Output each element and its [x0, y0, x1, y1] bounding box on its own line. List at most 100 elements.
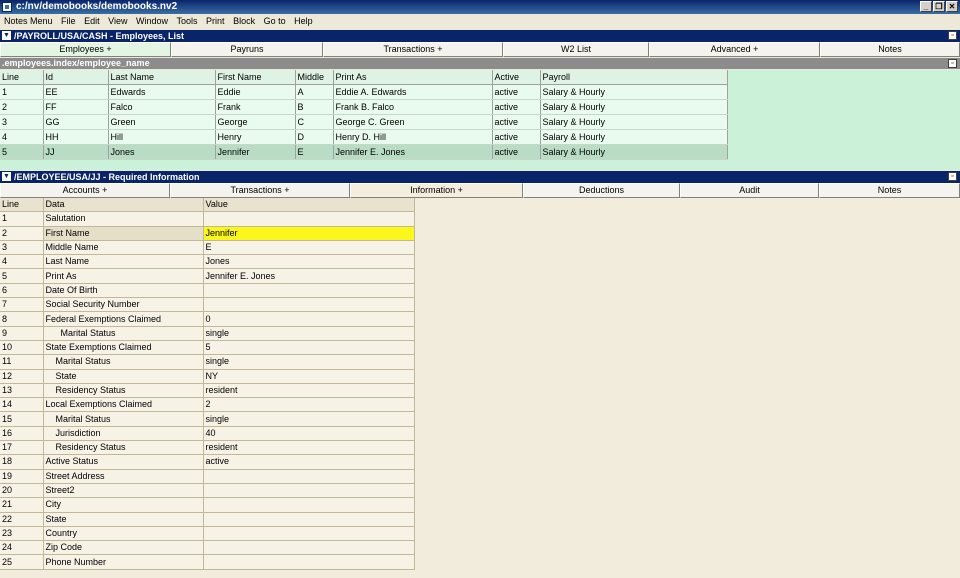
table-row[interactable]: 6 Date Of Birth	[0, 283, 415, 299]
close-icon[interactable]: ✕	[946, 1, 958, 12]
tab-notes[interactable]: Notes	[819, 183, 960, 198]
cell-line[interactable]: 22	[0, 512, 44, 527]
cell-payroll[interactable]: Salary & Hourly	[540, 99, 728, 115]
cell-data[interactable]: State Exemptions Claimed	[43, 340, 204, 356]
tab-accounts[interactable]: Accounts +	[0, 183, 170, 198]
cell-middle[interactable]: A	[295, 84, 334, 100]
table-row[interactable]: 2 FF Falco Frank B Frank B. Falco active…	[0, 99, 728, 115]
cell-first-name[interactable]: George	[215, 114, 296, 130]
cell-data[interactable]: State	[43, 369, 204, 384]
cell-first-name[interactable]: Henry	[215, 129, 296, 145]
cell-value[interactable]	[203, 211, 415, 227]
restore-icon[interactable]: ❐	[933, 1, 945, 12]
col-header-line[interactable]: Line	[0, 198, 44, 213]
cell-value[interactable]: 2	[203, 397, 415, 413]
col-header-middle[interactable]: Middle	[295, 70, 334, 85]
table-row[interactable]: 19 Street Address	[0, 469, 415, 484]
menu-file[interactable]: File	[58, 14, 79, 29]
cell-data[interactable]: Street2	[43, 483, 204, 499]
cell-line[interactable]: 1	[0, 211, 44, 227]
table-row[interactable]: 22 State	[0, 512, 415, 527]
cell-last-name[interactable]: Green	[108, 114, 216, 130]
cell-active[interactable]: active	[492, 144, 541, 160]
cell-line[interactable]: 19	[0, 469, 44, 484]
cell-value[interactable]: resident	[203, 383, 415, 399]
cell-value-active[interactable]: Jennifer	[203, 226, 415, 241]
cell-data[interactable]: Marital Status	[43, 354, 204, 370]
cell-value[interactable]	[203, 512, 415, 527]
cell-line[interactable]: 2	[0, 99, 44, 115]
table-row[interactable]: 15 Marital Status single	[0, 411, 415, 427]
cell-payroll[interactable]: Salary & Hourly	[540, 114, 728, 130]
cell-line[interactable]: 5	[0, 144, 44, 160]
cell-line[interactable]: 1	[0, 84, 44, 100]
cell-data[interactable]: Phone Number	[43, 554, 204, 570]
tab-deductions[interactable]: Deductions	[523, 183, 680, 198]
cell-first-name[interactable]: Eddie	[215, 84, 296, 100]
cell-active[interactable]: active	[492, 129, 541, 145]
cell-line[interactable]: 8	[0, 311, 44, 327]
cell-line[interactable]: 18	[0, 454, 44, 470]
cell-data[interactable]: Active Status	[43, 454, 204, 470]
cell-id-active[interactable]: JJ	[43, 144, 109, 160]
cell-line[interactable]: 24	[0, 540, 44, 556]
cell-print-as[interactable]: Eddie A. Edwards	[333, 84, 493, 100]
cell-value[interactable]: resident	[203, 440, 415, 456]
cell-data[interactable]: First Name	[43, 226, 204, 241]
cell-first-name[interactable]: Frank	[215, 99, 296, 115]
table-row[interactable]: 10 State Exemptions Claimed 5	[0, 340, 415, 356]
cell-id[interactable]: EE	[43, 84, 109, 100]
menu-help[interactable]: Help	[291, 14, 316, 29]
cell-data[interactable]: Print As	[43, 268, 204, 284]
cell-data[interactable]: Federal Exemptions Claimed	[43, 311, 204, 327]
col-header-active[interactable]: Active	[492, 70, 541, 85]
cell-data[interactable]: Marital Status	[43, 411, 204, 427]
col-header-print-as[interactable]: Print As	[333, 70, 493, 85]
cell-data[interactable]: City	[43, 497, 204, 513]
cell-last-name[interactable]: Falco	[108, 99, 216, 115]
cell-line[interactable]: 15	[0, 411, 44, 427]
table-row[interactable]: 1 EE Edwards Eddie A Eddie A. Edwards ac…	[0, 84, 728, 100]
cell-line[interactable]: 20	[0, 483, 44, 499]
cell-data[interactable]: Street Address	[43, 469, 204, 484]
cell-value[interactable]	[203, 554, 415, 570]
table-row-selected[interactable]: 2 First Name Jennifer	[0, 226, 415, 241]
cell-line[interactable]: 6	[0, 283, 44, 299]
cell-data[interactable]: Zip Code	[43, 540, 204, 556]
cell-value[interactable]	[203, 297, 415, 313]
cell-line[interactable]: 3	[0, 114, 44, 130]
cell-data[interactable]: Marital Status	[43, 326, 204, 341]
panel2-restore-icon[interactable]: ▫	[948, 172, 957, 181]
tab-employees[interactable]: Employees +	[0, 42, 171, 57]
table-row[interactable]: 12 State NY	[0, 369, 415, 384]
table-row[interactable]: 11 Marital Status single	[0, 354, 415, 370]
col-header-value[interactable]: Value	[203, 198, 415, 213]
cell-value[interactable]: E	[203, 240, 415, 256]
menu-tools[interactable]: Tools	[174, 14, 201, 29]
cell-line[interactable]: 16	[0, 426, 44, 442]
cell-value[interactable]: 0	[203, 311, 415, 327]
cell-line[interactable]: 25	[0, 554, 44, 570]
cell-active[interactable]: active	[492, 99, 541, 115]
cell-line[interactable]: 14	[0, 397, 44, 413]
table-row[interactable]: 3 Middle Name E	[0, 240, 415, 256]
table-row[interactable]: 18 Active Status active	[0, 454, 415, 470]
col-header-id[interactable]: Id	[43, 70, 109, 85]
col-header-last-name[interactable]: Last Name	[108, 70, 216, 85]
cell-value[interactable]: single	[203, 411, 415, 427]
cell-data[interactable]: Date Of Birth	[43, 283, 204, 299]
cell-data[interactable]: Country	[43, 526, 204, 542]
subpanel-restore-icon[interactable]: ▫	[948, 59, 957, 68]
cell-line[interactable]: 9	[0, 326, 44, 341]
cell-print-as[interactable]: George C. Green	[333, 114, 493, 130]
table-row[interactable]: 25 Phone Number	[0, 554, 415, 570]
cell-value[interactable]: 5	[203, 340, 415, 356]
cell-first-name[interactable]: Jennifer	[215, 144, 296, 160]
menu-edit[interactable]: Edit	[81, 14, 103, 29]
tab-w2-list[interactable]: W2 List	[503, 42, 649, 57]
cell-value[interactable]	[203, 283, 415, 299]
cell-data[interactable]: Middle Name	[43, 240, 204, 256]
cell-id[interactable]: GG	[43, 114, 109, 130]
table-row[interactable]: 14 Local Exemptions Claimed 2	[0, 397, 415, 413]
cell-line[interactable]: 3	[0, 240, 44, 256]
